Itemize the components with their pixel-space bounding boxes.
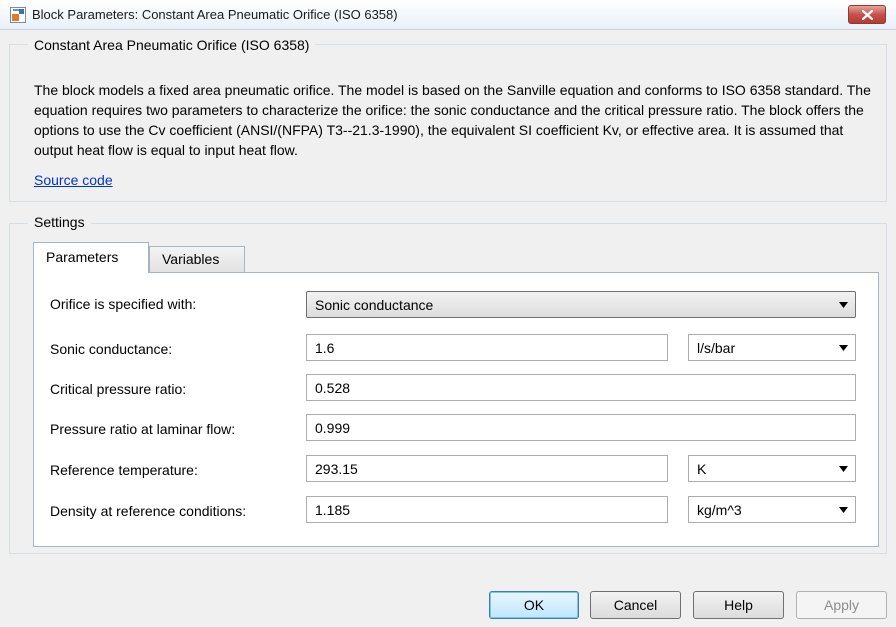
critical-ratio-input[interactable]: 0.528 — [306, 374, 856, 401]
chevron-down-icon — [839, 302, 848, 308]
sonic-conductance-label: Sonic conductance: — [50, 341, 173, 357]
help-button[interactable]: Help — [693, 591, 784, 619]
settings-heading: Settings — [28, 214, 91, 230]
orifice-spec-dropdown[interactable]: Sonic conductance — [306, 291, 856, 318]
ref-density-unit: kg/m^3 — [697, 502, 742, 518]
chevron-down-icon — [839, 345, 848, 351]
ref-temperature-unit: K — [697, 461, 707, 477]
laminar-ratio-input[interactable]: 0.999 — [306, 414, 856, 441]
simulink-block-icon — [10, 7, 26, 23]
laminar-ratio-label: Pressure ratio at laminar flow: — [50, 421, 236, 437]
block-description: The block models a fixed area pneumatic … — [34, 82, 871, 158]
sonic-conductance-input[interactable]: 1.6 — [306, 334, 668, 361]
ref-temperature-unit-dropdown[interactable]: K — [688, 455, 856, 482]
source-code-link[interactable]: Source code — [34, 172, 113, 188]
window-title: Block Parameters: Constant Area Pneumati… — [32, 7, 398, 22]
chevron-down-icon — [839, 466, 848, 472]
ref-density-input[interactable]: 1.185 — [306, 496, 668, 523]
orifice-spec-label: Orifice is specified with: — [50, 296, 197, 312]
title-bar: Block Parameters: Constant Area Pneumati… — [0, 0, 896, 30]
ref-temperature-input[interactable]: 293.15 — [306, 455, 668, 482]
orifice-spec-value: Sonic conductance — [315, 297, 434, 313]
close-button[interactable] — [848, 5, 886, 24]
ref-density-label: Density at reference conditions: — [50, 503, 247, 519]
close-icon — [862, 10, 873, 20]
sonic-conductance-unit-dropdown[interactable]: l/s/bar — [688, 334, 856, 361]
cancel-button[interactable]: Cancel — [590, 591, 681, 619]
critical-ratio-label: Critical pressure ratio: — [50, 381, 187, 397]
tab-variables[interactable]: Variables — [149, 246, 245, 272]
ref-density-unit-dropdown[interactable]: kg/m^3 — [688, 496, 856, 523]
chevron-down-icon — [839, 507, 848, 513]
block-name-heading: Constant Area Pneumatic Orifice (ISO 635… — [28, 37, 316, 53]
ok-button[interactable]: OK — [489, 591, 579, 619]
apply-button[interactable]: Apply — [796, 591, 887, 619]
ref-temperature-label: Reference temperature: — [50, 462, 198, 478]
sonic-conductance-unit: l/s/bar — [697, 340, 736, 356]
tab-parameters[interactable]: Parameters — [33, 242, 149, 273]
